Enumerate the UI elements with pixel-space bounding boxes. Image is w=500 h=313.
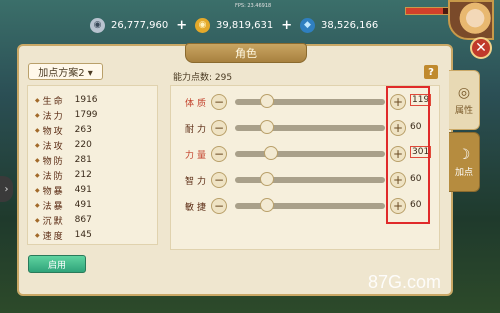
attribute-slider[interactable]: [235, 120, 385, 134]
gold-amount: 39,819,631: [216, 19, 274, 31]
gold-resource: ◉ 39,819,631 +: [195, 17, 292, 33]
highlight-frame: [386, 86, 430, 224]
slider-knob[interactable]: [264, 146, 278, 160]
stat-row: ◆ 法防 212: [35, 168, 92, 182]
diamond-bullet-icon: ◆: [35, 141, 40, 149]
diamond-icon: ◆: [300, 17, 315, 33]
stat-row: ◆ 物攻 263: [35, 123, 92, 137]
player-avatar[interactable]: [448, 0, 494, 40]
attribute-name: 敏捷: [185, 203, 210, 213]
stat-row: ◆ 法力 1799: [35, 108, 98, 122]
decrease-button[interactable]: −: [211, 94, 227, 110]
plan-dropdown[interactable]: 加点方案2 ▾: [28, 63, 103, 80]
fps-counter: FPS: 23.46918: [235, 3, 272, 9]
silver-resource: ◉ 26,777,960 +: [90, 17, 187, 33]
stat-value: 491: [74, 185, 92, 195]
side-tab-bar: ◎ 属性 ☽ 加点: [449, 70, 480, 192]
stat-row: ◆ 法攻 220: [35, 138, 92, 152]
attribute-name: 体质: [185, 99, 210, 109]
attribute-slider[interactable]: [235, 198, 385, 212]
stat-row: ◆ 速度 145: [35, 228, 92, 242]
stat-value: 281: [74, 155, 92, 165]
close-button[interactable]: ✕: [470, 37, 492, 59]
stat-value: 145: [74, 230, 92, 240]
add-points-tab-icon: ☽: [457, 146, 471, 163]
diamond-bullet-icon: ◆: [35, 231, 40, 239]
help-button[interactable]: ?: [424, 65, 438, 79]
add-gold-button[interactable]: +: [281, 18, 292, 33]
diamond-bullet-icon: ◆: [35, 186, 40, 194]
stat-row: ◆ 生命 1916: [35, 93, 98, 107]
stat-row: ◆ 沉默 867: [35, 213, 92, 227]
expand-left-arrow[interactable]: ›: [0, 176, 13, 202]
stat-name: 法防: [42, 171, 65, 182]
silver-amount: 26,777,960: [111, 19, 169, 31]
attribute-slider[interactable]: [235, 172, 385, 186]
stat-name: 速度: [42, 231, 65, 242]
slider-knob[interactable]: [260, 94, 274, 108]
stat-name: 物攻: [42, 126, 65, 137]
stat-name: 物暴: [42, 186, 65, 197]
stat-row: ◆ 物暴 491: [35, 183, 92, 197]
decrease-button[interactable]: −: [211, 198, 227, 214]
stat-value: 212: [74, 170, 92, 180]
diamond-bullet-icon: ◆: [35, 96, 40, 104]
attributes-tab-icon: ◎: [457, 84, 471, 101]
attribute-slider[interactable]: [235, 94, 385, 108]
slider-knob[interactable]: [260, 120, 274, 134]
stat-name: 物防: [42, 156, 65, 167]
decrease-button[interactable]: −: [211, 120, 227, 136]
silver-coin-icon: ◉: [90, 17, 105, 33]
stat-value: 1799: [74, 110, 98, 120]
stat-name: 生命: [42, 96, 65, 107]
stat-name: 沉默: [42, 216, 65, 227]
ability-points-label: 能力点数: 295: [173, 73, 233, 83]
watermark: 87G.com: [368, 272, 442, 292]
slider-knob[interactable]: [260, 198, 274, 212]
stat-value: 263: [74, 125, 92, 135]
diamond-bullet-icon: ◆: [35, 216, 40, 224]
diamond-resource: ◆ 38,526,166: [300, 17, 378, 33]
decrease-button[interactable]: −: [211, 146, 227, 162]
diamond-bullet-icon: ◆: [35, 201, 40, 209]
stat-value: 220: [74, 140, 92, 150]
stat-name: 法攻: [42, 141, 65, 152]
diamond-amount: 38,526,166: [321, 19, 379, 31]
stat-value: 867: [74, 215, 92, 225]
tab-attributes[interactable]: ◎ 属性: [449, 70, 480, 130]
apply-button[interactable]: 启用: [28, 255, 86, 273]
attribute-name: 智力: [185, 177, 210, 187]
diamond-bullet-icon: ◆: [35, 156, 40, 164]
stat-value: 1916: [74, 95, 98, 105]
tab-add-points[interactable]: ☽ 加点: [449, 132, 480, 192]
attribute-slider[interactable]: [235, 146, 385, 160]
slider-knob[interactable]: [260, 172, 274, 186]
diamond-bullet-icon: ◆: [35, 111, 40, 119]
diamond-bullet-icon: ◆: [35, 126, 40, 134]
stat-row: ◆ 法暴 491: [35, 198, 92, 212]
attribute-name: 耐力: [185, 125, 210, 135]
panel-title: 角色: [185, 43, 307, 63]
diamond-bullet-icon: ◆: [35, 171, 40, 179]
stat-row: ◆ 物防 281: [35, 153, 92, 167]
health-bar: [405, 7, 451, 15]
add-silver-button[interactable]: +: [176, 18, 187, 33]
decrease-button[interactable]: −: [211, 172, 227, 188]
stat-name: 法暴: [42, 201, 65, 212]
tab-attributes-label: 属性: [454, 105, 473, 116]
stat-name: 法力: [42, 111, 65, 122]
stat-value: 491: [74, 200, 92, 210]
attribute-name: 力量: [185, 151, 210, 161]
top-resource-bar: FPS: 23.46918 ◉ 26,777,960 + ◉ 39,819,63…: [0, 0, 500, 40]
stats-list: ◆ 生命 1916 ◆ 法力 1799 ◆ 物攻 263 ◆ 法攻 220 ◆ 物防 281 ◆ 法防…: [27, 85, 158, 245]
gold-coin-icon: ◉: [195, 17, 210, 33]
tab-add-points-label: 加点: [454, 167, 473, 178]
